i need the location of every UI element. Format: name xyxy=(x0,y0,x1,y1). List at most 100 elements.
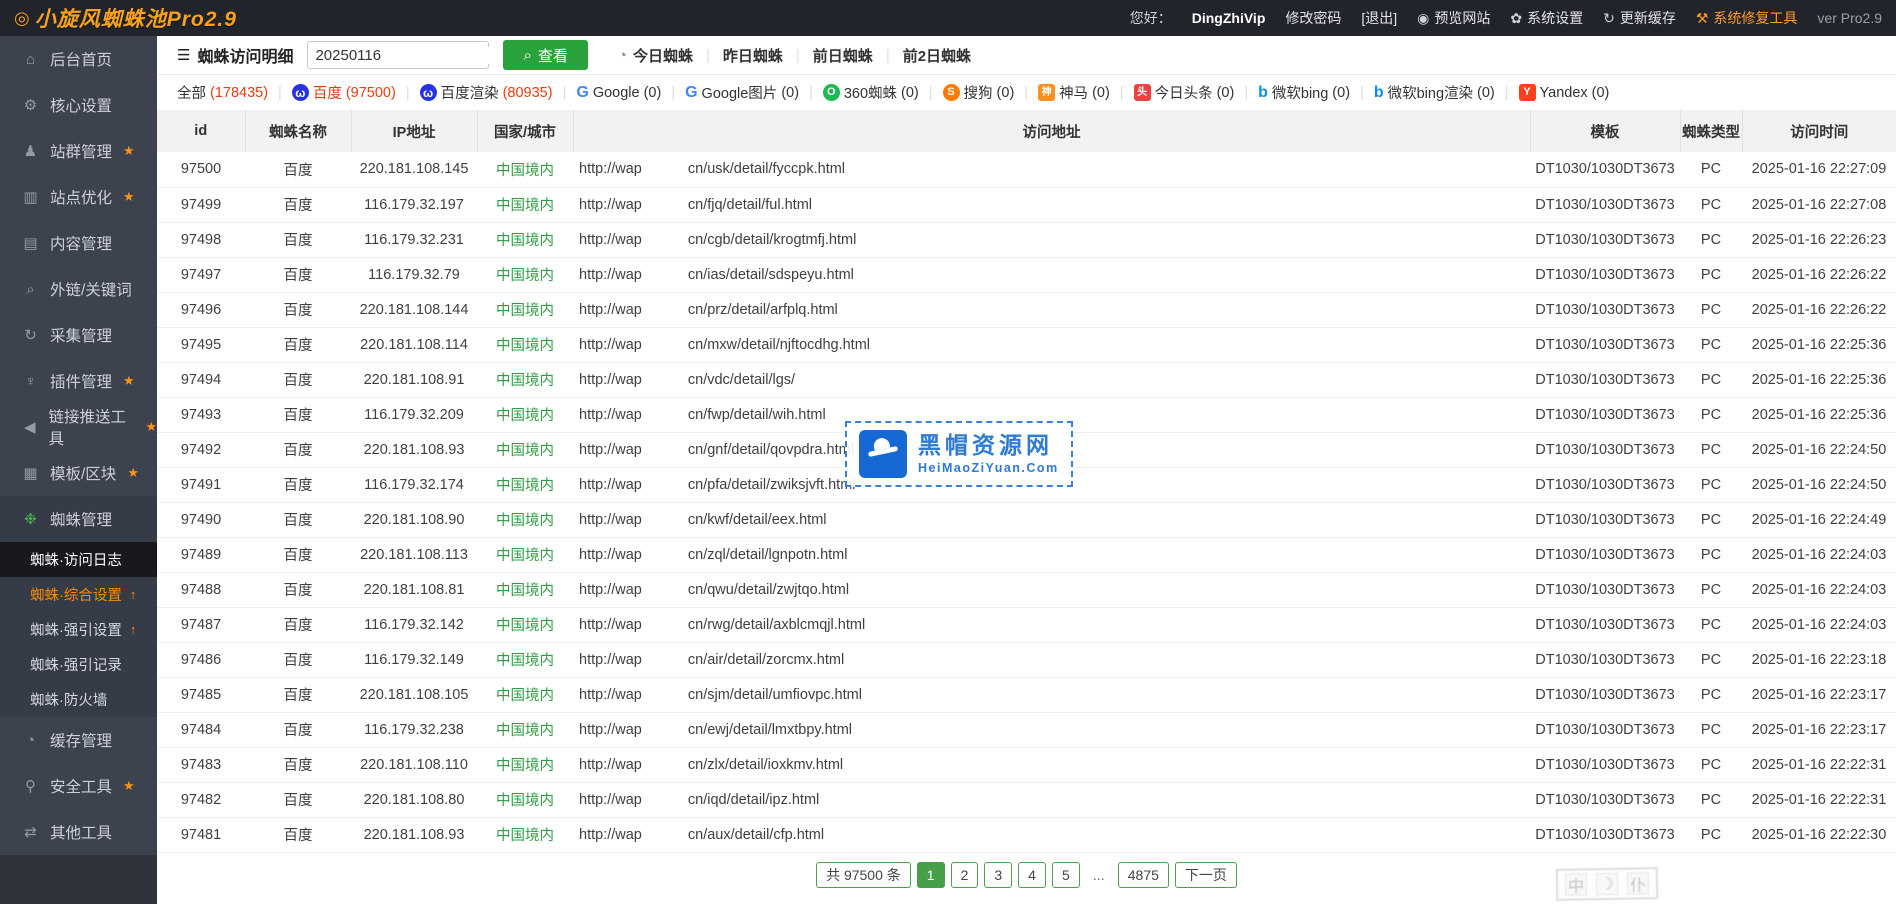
cell-country: 中国境内 xyxy=(477,677,573,712)
next-page-button[interactable]: 下一页 xyxy=(1175,862,1237,888)
page-button-2[interactable]: 2 xyxy=(951,862,979,888)
cell-spider-type: PC xyxy=(1680,152,1742,187)
cell-id: 97492 xyxy=(157,432,245,467)
cell-template: DT1030/1030DT3673 xyxy=(1530,257,1680,292)
sidebar-item-templates-blocks[interactable]: ▦模板/区块★ xyxy=(0,450,157,496)
page-button-1[interactable]: 1 xyxy=(917,862,945,888)
google-icon: G xyxy=(576,85,588,101)
sidebar-item-label: 站点优化 xyxy=(50,186,112,208)
filter-count: (0) xyxy=(997,85,1015,101)
cell-spider-type: PC xyxy=(1680,502,1742,537)
refresh-icon: ↻ xyxy=(1603,10,1615,27)
cell-template: DT1030/1030DT3673 xyxy=(1530,152,1680,187)
tab-day-2[interactable]: 前日蜘蛛 xyxy=(813,45,873,66)
cell-country: 中国境内 xyxy=(477,712,573,747)
filter-yandex[interactable]: YYandex(0) xyxy=(1519,84,1610,101)
sidebar-subitem-spider-general-settings[interactable]: 蜘蛛·综合设置↑ xyxy=(0,577,157,612)
sidebar-item-core-settings[interactable]: ⚙核心设置 xyxy=(0,82,157,128)
sidebar-item-other-tools[interactable]: ⇄其他工具 xyxy=(0,809,157,855)
search-icon: ⌕ xyxy=(21,281,40,298)
spider-filter-row: 全部(178435)|ω百度(97500)|ω百度渲染(80935)|GGoog… xyxy=(157,75,1896,110)
cell-visit-url: http://wapcn/zlx/detail/ioxkmv.html xyxy=(573,747,1530,782)
repair-tool-link[interactable]: ⚒ 系统修复工具 xyxy=(1696,8,1798,28)
sidebar-item-security-tools[interactable]: ⚲安全工具★ xyxy=(0,763,157,809)
system-settings-link[interactable]: ✿ 系统设置 xyxy=(1510,8,1583,28)
tab-today[interactable]: ◔今日蜘蛛 xyxy=(618,45,693,66)
filter-label: Yandex xyxy=(1540,85,1588,101)
table-row: 97485百度220.181.108.105中国境内http://wapcn/s… xyxy=(157,677,1896,712)
page-button-5[interactable]: 5 xyxy=(1052,862,1080,888)
preview-site-link[interactable]: ◉ 预览网站 xyxy=(1417,8,1490,28)
filter-separator: | xyxy=(809,85,813,101)
url-prefix: http://wap xyxy=(579,442,642,458)
table-row: 97487百度116.179.32.142中国境内http://wapcn/rw… xyxy=(157,607,1896,642)
stamp-glyph: 中 xyxy=(1565,873,1587,895)
watermark-title: 黑帽资源网 xyxy=(918,433,1059,458)
sidebar-spider-group: ❉蜘蛛管理蜘蛛·访问日志蜘蛛·综合设置↑蜘蛛·强引设置↑蜘蛛·强引记录蜘蛛·防火… xyxy=(0,496,157,717)
cell-visit-url: http://wapcn/fjq/detail/ful.html xyxy=(573,187,1530,222)
filter-toutiao[interactable]: 头今日头条(0) xyxy=(1134,82,1235,103)
sidebar-subitem-spider-force-records[interactable]: 蜘蛛·强引记录 xyxy=(0,647,157,682)
table-row: 97483百度220.181.108.110中国境内http://wapcn/z… xyxy=(157,747,1896,782)
filter-shenma[interactable]: 神神马(0) xyxy=(1038,82,1110,103)
cell-spider-name: 百度 xyxy=(245,677,351,712)
table-row: 97498百度116.179.32.231中国境内http://wapcn/cg… xyxy=(157,222,1896,257)
filter-baidu[interactable]: ω百度(97500) xyxy=(292,82,396,103)
cell-ip: 220.181.108.144 xyxy=(351,292,477,327)
filter-count: (0) xyxy=(1217,85,1235,101)
tab-day-1[interactable]: 昨日蜘蛛 xyxy=(723,45,783,66)
sidebar-item-plugins[interactable]: ♆插件管理★ xyxy=(0,358,157,404)
censored-domain xyxy=(642,583,688,596)
table-row: 97481百度220.181.108.93中国境内http://wapcn/au… xyxy=(157,817,1896,852)
filter-360-spider[interactable]: O360蜘蛛(0) xyxy=(823,82,919,103)
cell-visit-time: 2025-01-16 22:24:49 xyxy=(1742,502,1896,537)
url-prefix: http://wap xyxy=(579,161,642,177)
cell-spider-type: PC xyxy=(1680,397,1742,432)
url-path: cn/fwp/detail/wih.html xyxy=(688,407,826,423)
sidebar-item-home[interactable]: ⌂后台首页 xyxy=(0,36,157,82)
sidebar-item-label: 站群管理 xyxy=(50,140,112,162)
table-row: 97490百度220.181.108.90中国境内http://wapcn/kw… xyxy=(157,502,1896,537)
sidebar-item-site-group[interactable]: ♟站群管理★ xyxy=(0,128,157,174)
sidebar-item-spider-manage[interactable]: ❉蜘蛛管理 xyxy=(0,496,157,542)
filter-label: 搜狗 xyxy=(964,82,993,103)
sidebar-subitem-spider-force-settings[interactable]: 蜘蛛·强引设置↑ xyxy=(0,612,157,647)
filter-separator: | xyxy=(406,85,410,101)
tab-day-3[interactable]: 前2日蜘蛛 xyxy=(903,45,971,66)
shenma-icon: 神 xyxy=(1038,84,1055,101)
filter-sogou[interactable]: S搜狗(0) xyxy=(943,82,1015,103)
sidebar-item-collect[interactable]: ↻采集管理 xyxy=(0,312,157,358)
update-cache-link[interactable]: ↻ 更新缓存 xyxy=(1603,8,1676,28)
greeting-label: 您好： xyxy=(1130,8,1172,28)
date-input[interactable] xyxy=(315,47,514,64)
url-prefix: http://wap xyxy=(579,582,642,598)
censored-domain xyxy=(642,513,688,526)
bulb-icon: ⚲ xyxy=(21,777,40,795)
sidebar-item-label: 其他工具 xyxy=(50,821,112,843)
filter-google[interactable]: GGoogle(0) xyxy=(576,85,661,101)
filter-bing[interactable]: b微软bing(0) xyxy=(1258,82,1350,103)
cell-template: DT1030/1030DT3673 xyxy=(1530,817,1680,852)
sidebar-item-site-optimize[interactable]: ▥站点优化★ xyxy=(0,174,157,220)
sidebar-item-links-keywords[interactable]: ⌕外链/关键词 xyxy=(0,266,157,312)
sidebar-item-content[interactable]: ▤内容管理 xyxy=(0,220,157,266)
cell-spider-name: 百度 xyxy=(245,397,351,432)
sidebar-subitem-spider-visit-log[interactable]: 蜘蛛·访问日志 xyxy=(0,542,157,577)
page-button-last[interactable]: 4875 xyxy=(1118,862,1169,888)
filter-google-images[interactable]: GGoogle图片(0) xyxy=(685,82,799,103)
sidebar-subitem-spider-firewall[interactable]: 蜘蛛·防火墙 xyxy=(0,682,157,717)
logout-link[interactable]: [退出] xyxy=(1361,8,1397,28)
cell-ip: 220.181.108.114 xyxy=(351,327,477,362)
filter-baidu-render[interactable]: ω百度渲染(80935) xyxy=(420,82,553,103)
page-button-3[interactable]: 3 xyxy=(984,862,1012,888)
page-button-4[interactable]: 4 xyxy=(1018,862,1046,888)
filter-all[interactable]: 全部(178435) xyxy=(177,82,268,103)
change-password-link[interactable]: 修改密码 xyxy=(1285,8,1341,28)
sidebar-item-link-push[interactable]: ◀链接推送工具★ xyxy=(0,404,157,450)
sidebar-item-cache-manage[interactable]: ◔缓存管理 xyxy=(0,717,157,763)
column-header: 国家/城市 xyxy=(477,110,573,152)
cell-spider-name: 百度 xyxy=(245,467,351,502)
sidebar-item-label: 内容管理 xyxy=(50,232,112,254)
filter-bing-render[interactable]: b微软bing渲染(0) xyxy=(1374,82,1495,103)
view-button[interactable]: ⌕ 查看 xyxy=(503,40,587,70)
